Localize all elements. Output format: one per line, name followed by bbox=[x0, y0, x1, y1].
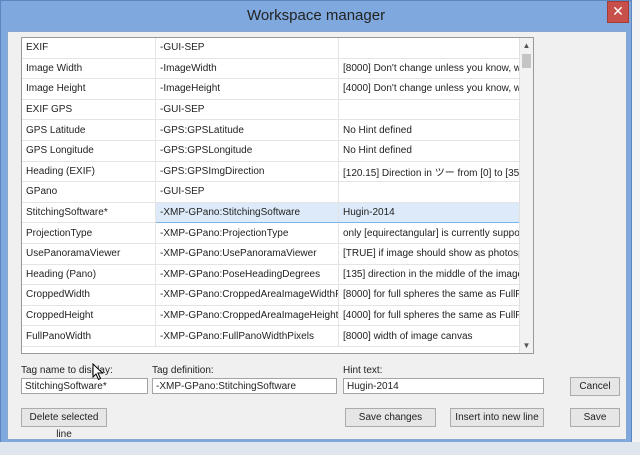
tag-definition-cell[interactable]: -GUI-SEP bbox=[155, 99, 339, 121]
tag-name-cell[interactable]: CroppedHeight bbox=[22, 305, 156, 327]
tag-name-cell[interactable]: FullPanoWidth bbox=[22, 325, 156, 347]
table-row[interactable]: GPS Latitude -GPS:GPSLatitude No Hint defi… bbox=[22, 119, 520, 141]
scroll-thumb[interactable] bbox=[522, 54, 531, 68]
tag-name-cell[interactable]: EXIF bbox=[22, 38, 156, 59]
table-row[interactable]: Image Width -ImageWidth [8000] Don't chang… bbox=[22, 58, 520, 80]
table-row[interactable]: GPano -GUI-SEP bbox=[22, 181, 520, 203]
table-row[interactable]: GPS Longitude -GPS:GPSLongitude No Hint de… bbox=[22, 140, 520, 162]
hint-cell[interactable]: Hugin-2014 bbox=[338, 201, 520, 224]
tag-definition-cell[interactable]: -GUI-SEP bbox=[155, 181, 339, 203]
tag-definition-input[interactable]: -XMP-GPano:StitchingSoftware bbox=[152, 378, 337, 394]
hint-cell[interactable]: [4000] Don't change unless you know, wha… bbox=[338, 78, 520, 100]
hint-cell[interactable] bbox=[338, 99, 520, 121]
hint-cell[interactable]: [8000] width of image canvas bbox=[338, 325, 520, 347]
tag-table[interactable]: EXIF -GUI-SEP Image Width -ImageWidth [8000]… bbox=[21, 37, 534, 354]
tag-definition-cell[interactable]: -XMP-GPano:PoseHeadingDegrees bbox=[155, 264, 339, 286]
tag-definition-cell[interactable]: -XMP-GPano:UsePanoramaViewer bbox=[155, 243, 339, 265]
tag-definition-cell[interactable]: -ImageWidth bbox=[155, 58, 339, 80]
scroll-down-icon[interactable]: ▼ bbox=[520, 339, 533, 352]
scroll-up-icon[interactable]: ▲ bbox=[520, 39, 533, 52]
hint-cell[interactable]: [8000] Don't change unless you know, wha… bbox=[338, 58, 520, 80]
hint-text-input[interactable]: Hugin-2014 bbox=[343, 378, 544, 394]
hint-cell[interactable]: [135] direction in the middle of the ima… bbox=[338, 264, 520, 286]
tag-definition-cell[interactable]: -GUI-SEP bbox=[155, 38, 339, 59]
hint-cell[interactable]: [4000] for full spheres the same as Full… bbox=[338, 305, 520, 327]
window-title: Workspace manager bbox=[246, 7, 386, 24]
table-row[interactable]: FullPanoWidth -XMP-GPano:FullPanoWidthPix… bbox=[22, 325, 520, 347]
tag-name-cell[interactable]: Image Width bbox=[22, 58, 156, 80]
table-row[interactable]: EXIF -GUI-SEP bbox=[22, 38, 520, 59]
tag-name-input[interactable]: StitchingSoftware* bbox=[21, 378, 148, 394]
tag-name-cell[interactable]: StitchingSoftware* bbox=[22, 202, 156, 224]
table-row[interactable]: ProjectionType -XMP-GPano:ProjectionType o… bbox=[22, 222, 520, 244]
tag-name-cell[interactable]: EXIF GPS bbox=[22, 99, 156, 121]
insert-new-line-button[interactable]: Insert into new line bbox=[450, 408, 544, 427]
title-bar[interactable]: Workspace manager ✕ bbox=[1, 1, 631, 31]
hint-cell[interactable] bbox=[338, 38, 520, 59]
hint-cell[interactable]: only [equirectangular] is currently supp… bbox=[338, 222, 520, 244]
tag-definition-cell[interactable]: -GPS:GPSImgDirection bbox=[155, 161, 339, 183]
close-button[interactable]: ✕ bbox=[607, 1, 629, 23]
table-scrollbar[interactable]: ▲ ▼ bbox=[519, 38, 533, 353]
tag-name-cell[interactable]: CroppedWidth bbox=[22, 284, 156, 306]
table-row[interactable]: Heading (EXIF) -GPS:GPSImgDirection [120.1… bbox=[22, 161, 520, 183]
tag-definition-cell[interactable]: -XMP-GPano:CroppedAreaImageWidthPixels bbox=[155, 284, 339, 306]
tag-name-cell[interactable]: Image Height bbox=[22, 78, 156, 100]
tag-name-cell[interactable]: ProjectionType bbox=[22, 222, 156, 244]
table-row[interactable]: CroppedWidth -XMP-GPano:CroppedAreaImageW… bbox=[22, 284, 520, 306]
hint-cell[interactable]: No Hint defined bbox=[338, 119, 520, 141]
hint-cell[interactable] bbox=[338, 181, 520, 203]
mouse-pointer-icon bbox=[92, 363, 104, 381]
table-row[interactable]: Image Height -ImageHeight [4000] Don't cha… bbox=[22, 78, 520, 100]
table-row[interactable]: Heading (Pano) -XMP-GPano:PoseHeadingDegr… bbox=[22, 264, 520, 286]
hint-cell[interactable]: [TRUE] if image should show as photosphe… bbox=[338, 243, 520, 265]
tag-table-grid: EXIF -GUI-SEP Image Width -ImageWidth [8000]… bbox=[22, 38, 520, 347]
hint-cell[interactable]: [120.15] Direction in ツー from [0] to [35… bbox=[338, 161, 520, 183]
table-row[interactable]: EXIF GPS -GUI-SEP bbox=[22, 99, 520, 121]
tag-name-cell[interactable]: GPS Longitude bbox=[22, 140, 156, 162]
tag-definition-cell[interactable]: -XMP-GPano:ProjectionType bbox=[155, 222, 339, 244]
tag-name-cell[interactable]: GPano bbox=[22, 181, 156, 203]
tag-definition-cell[interactable]: -XMP-GPano:FullPanoWidthPixels bbox=[155, 325, 339, 347]
hint-cell[interactable]: No Hint defined bbox=[338, 140, 520, 162]
tag-definition-cell[interactable]: -GPS:GPSLatitude bbox=[155, 119, 339, 141]
cancel-button[interactable]: Cancel bbox=[570, 377, 620, 396]
table-row[interactable]: StitchingSoftware* -XMP-GPano:StitchingSo… bbox=[22, 201, 520, 224]
hint-cell[interactable]: [8000] for full spheres the same as Full… bbox=[338, 284, 520, 306]
tag-definition-label: Tag definition: bbox=[152, 365, 214, 376]
table-row[interactable]: UsePanoramaViewer -XMP-GPano:UsePanoramaV… bbox=[22, 243, 520, 265]
save-button[interactable]: Save bbox=[570, 408, 620, 427]
workspace-manager-window: Workspace manager ✕ EXIF -GUI-SEP Image Wi… bbox=[0, 0, 632, 455]
tag-name-cell[interactable]: UsePanoramaViewer bbox=[22, 243, 156, 265]
tag-name-cell[interactable]: GPS Latitude bbox=[22, 119, 156, 141]
table-row[interactable]: CroppedHeight -XMP-GPano:CroppedAreaImage… bbox=[22, 305, 520, 327]
hint-text-label: Hint text: bbox=[343, 365, 383, 376]
tag-definition-cell[interactable]: -XMP-GPano:StitchingSoftware bbox=[155, 201, 339, 224]
tag-name-cell[interactable]: Heading (Pano) bbox=[22, 264, 156, 286]
tag-definition-cell[interactable]: -XMP-GPano:CroppedAreaImageHeightPixels bbox=[155, 305, 339, 327]
desktop-bottom-strip bbox=[0, 442, 640, 455]
save-changes-button[interactable]: Save changes bbox=[345, 408, 436, 427]
tag-name-cell[interactable]: Heading (EXIF) bbox=[22, 161, 156, 183]
delete-selected-line-button[interactable]: Delete selected line bbox=[21, 408, 107, 440]
tag-definition-cell[interactable]: -GPS:GPSLongitude bbox=[155, 140, 339, 162]
tag-definition-cell[interactable]: -ImageHeight bbox=[155, 78, 339, 100]
